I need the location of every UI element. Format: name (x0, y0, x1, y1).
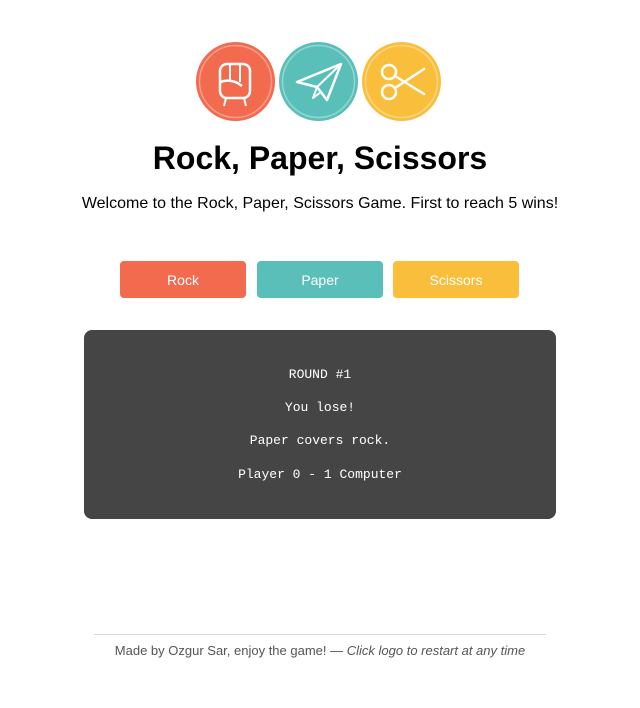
paper-plane-icon (279, 42, 358, 121)
fist-icon (196, 42, 275, 121)
welcome-text: Welcome to the Rock, Paper, Scissors Gam… (81, 195, 559, 212)
round-label: ROUND #1 (288, 367, 352, 382)
result-panel: ROUND #1 You lose! Paper covers rock. Pl… (84, 330, 556, 519)
rock-button[interactable]: Rock (120, 261, 246, 298)
round-outcome: You lose! (284, 400, 356, 415)
restart-logo[interactable] (196, 42, 446, 122)
round-reason: Paper covers rock. (249, 433, 391, 448)
footer: Made by Ozgur Sar, enjoy the game! — Cli… (0, 642, 640, 660)
game-page: Rock, Paper, Scissors Welcome to the Roc… (0, 0, 640, 708)
paper-button[interactable]: Paper (257, 261, 383, 298)
scissors-icon (362, 42, 441, 121)
footer-restart-hint: Click logo to restart at any time (346, 643, 526, 658)
score-line: Player 0 - 1 Computer (238, 467, 402, 482)
page-title: Rock, Paper, Scissors (152, 140, 488, 176)
footer-credit: Made by Ozgur Sar, enjoy the game! — (114, 643, 347, 658)
scissors-button[interactable]: Scissors (393, 261, 519, 298)
footer-divider (94, 634, 546, 635)
